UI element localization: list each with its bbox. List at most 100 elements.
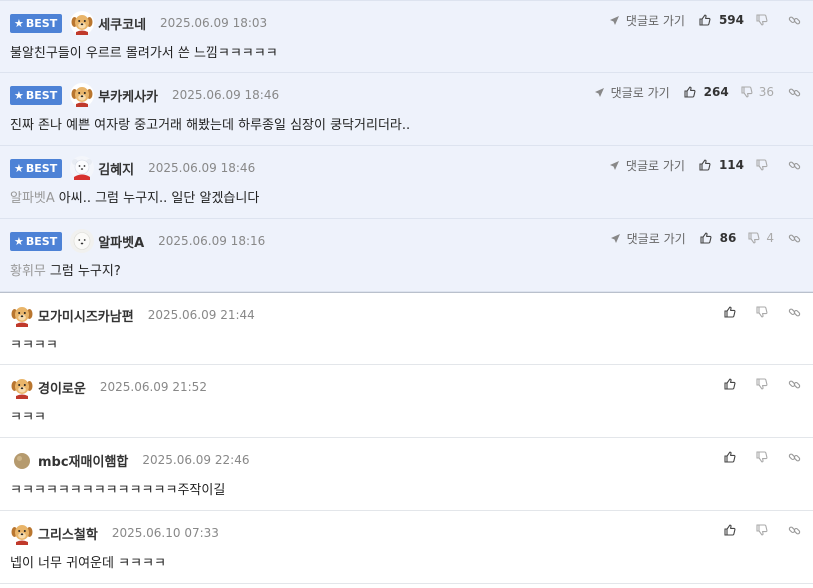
comment-date: 2025.06.09 18:46	[172, 88, 280, 102]
puppy-avatar[interactable]	[10, 521, 34, 545]
like-button[interactable]	[724, 451, 744, 463]
comment-actions: 댓글로 가기 114	[609, 156, 801, 174]
thumbs-up-icon	[699, 159, 715, 171]
comment-author[interactable]: mbc재매이햄합	[38, 451, 128, 470]
best-badge: ★ BEST	[10, 85, 63, 105]
best-comment-item: ★ BEST 김혜지 2025.06.09 18:46 댓글로 가기 114 알파벳A 아씨.…	[0, 146, 813, 219]
thumbs-up-icon	[699, 14, 715, 26]
comment-author[interactable]: 부카케사카	[98, 86, 158, 105]
puppy-avatar[interactable]	[10, 375, 34, 399]
go-to-comment-link[interactable]: 댓글로 가기	[609, 157, 685, 174]
star-icon: ★	[14, 234, 24, 248]
copy-link-icon[interactable]	[788, 14, 801, 27]
go-to-comment-link[interactable]: 댓글로 가기	[609, 12, 685, 29]
comment-author[interactable]: 경이로운	[38, 378, 86, 397]
comment-header: 경이로운 2025.06.09 21:52	[10, 375, 207, 399]
comment-author[interactable]: 알파벳A	[98, 232, 144, 251]
like-button[interactable]	[724, 524, 744, 536]
dislike-count: 4	[766, 231, 774, 245]
thumbs-down-icon	[748, 232, 763, 244]
polar-bear-avatar[interactable]	[70, 156, 95, 180]
dislike-button[interactable]	[756, 524, 774, 536]
white-dog-avatar[interactable]	[70, 229, 95, 253]
like-button[interactable]	[724, 378, 744, 390]
go-to-comment-label: 댓글로 가기	[625, 13, 685, 28]
comment-header: ★ BEST 알파벳A 2025.06.09 18:16	[10, 229, 265, 253]
dislike-button[interactable]	[756, 159, 774, 171]
comment-body: ㅋㅋㅋㅋ	[10, 334, 58, 353]
best-badge-label: BEST	[25, 16, 58, 30]
dislike-button[interactable]	[756, 378, 774, 390]
thumbs-down-icon	[756, 524, 771, 536]
comment-date: 2025.06.09 21:52	[99, 380, 207, 394]
thumbs-up-icon	[724, 306, 740, 318]
dislike-button[interactable]	[756, 306, 774, 318]
puppy-avatar[interactable]	[70, 11, 95, 35]
thumbs-down-icon	[756, 451, 771, 463]
ball-avatar[interactable]	[10, 448, 34, 472]
dislike-button[interactable]	[756, 14, 774, 26]
go-to-comment-link[interactable]: 댓글로 가기	[594, 84, 670, 101]
comment-date: 2025.06.10 07:33	[111, 526, 219, 540]
like-button[interactable]: 86	[700, 231, 737, 245]
copy-link-icon[interactable]	[788, 86, 801, 99]
comment-date: 2025.06.09 18:46	[148, 161, 256, 175]
dislike-count: 36	[758, 85, 774, 99]
comment-header: ★ BEST 세쿠코네 2025.06.09 18:03	[10, 11, 267, 35]
like-button[interactable]: 264	[684, 85, 729, 99]
thumbs-down-icon	[756, 378, 771, 390]
dislike-button[interactable]: 4	[748, 231, 774, 245]
comment-date: 2025.06.09 21:44	[147, 308, 255, 322]
like-button[interactable]	[724, 306, 744, 318]
thumbs-up-icon	[724, 524, 740, 536]
star-icon: ★	[14, 16, 24, 30]
like-count: 86	[719, 231, 737, 245]
thumbs-up-icon	[724, 378, 740, 390]
copy-link-icon[interactable]	[788, 306, 801, 319]
go-to-comment-label: 댓글로 가기	[625, 158, 685, 173]
go-to-comment-label: 댓글로 가기	[610, 85, 670, 100]
copy-link-icon[interactable]	[788, 159, 801, 172]
reply-mention[interactable]: 알파벳A	[10, 191, 55, 206]
comment-item: 모가미시즈카남편 2025.06.09 21:44 ㅋㅋㅋㅋ	[0, 292, 813, 365]
copy-link-icon[interactable]	[788, 232, 801, 245]
like-count: 114	[718, 158, 744, 172]
like-button[interactable]: 594	[699, 13, 744, 27]
like-button[interactable]: 114	[699, 158, 744, 172]
puppy-avatar[interactable]	[10, 303, 34, 327]
comment-body: ㅋㅋㅋ	[10, 406, 46, 425]
best-badge: ★ BEST	[10, 231, 63, 251]
comment-item: 그리스철학 2025.06.10 07:33 넵이 너무 귀여운데 ㅋㅋㅋㅋ	[0, 511, 813, 584]
dislike-button[interactable]	[756, 451, 774, 463]
comment-header: ★ BEST 김혜지 2025.06.09 18:46	[10, 156, 255, 180]
comment-body: 황휘무 그럼 누구지?	[10, 260, 121, 279]
comment-header: 모가미시즈카남편 2025.06.09 21:44	[10, 303, 255, 327]
comment-body: 진짜 존나 예쁜 여자랑 중고거래 해봤는데 하루종일 심장이 쿵닥거리더라..	[10, 114, 410, 133]
dislike-button[interactable]: 36	[741, 85, 774, 99]
best-badge-label: BEST	[25, 234, 58, 248]
comment-actions: 댓글로 가기 594	[609, 11, 801, 29]
comment-actions	[724, 303, 801, 321]
comment-date: 2025.06.09 22:46	[142, 453, 250, 467]
comment-body: ㅋㅋㅋㅋㅋㅋㅋㅋㅋㅋㅋㅋㅋㅋ주작이길	[10, 479, 225, 498]
comment-author[interactable]: 모가미시즈카남편	[38, 306, 134, 325]
reply-mention[interactable]: 황휘무	[10, 264, 46, 279]
comment-text: 진짜 존나 예쁜 여자랑 중고거래 해봤는데 하루종일 심장이 쿵닥거리더라..	[10, 118, 411, 133]
puppy-avatar[interactable]	[70, 83, 95, 107]
copy-link-icon[interactable]	[788, 451, 801, 464]
comment-text: 아씨.. 그럼 누구지.. 일단 알겠습니다	[58, 191, 260, 206]
comment-author[interactable]: 그리스철학	[38, 524, 98, 543]
comment-body: 넵이 너무 귀여운데 ㅋㅋㅋㅋ	[10, 552, 166, 571]
copy-link-icon[interactable]	[788, 524, 801, 537]
thumbs-up-icon	[684, 86, 700, 98]
comment-text: ㅋㅋㅋ	[10, 410, 46, 425]
comment-actions: 댓글로 가기 264 36	[594, 83, 801, 101]
go-to-comment-link[interactable]: 댓글로 가기	[610, 230, 686, 247]
copy-link-icon[interactable]	[788, 378, 801, 391]
comment-author[interactable]: 세쿠코네	[98, 14, 146, 33]
comment-actions	[724, 448, 801, 466]
thumbs-down-icon	[756, 14, 771, 26]
comment-author[interactable]: 김혜지	[98, 159, 134, 178]
send-arrow-icon	[610, 233, 624, 244]
comment-actions	[724, 521, 801, 539]
